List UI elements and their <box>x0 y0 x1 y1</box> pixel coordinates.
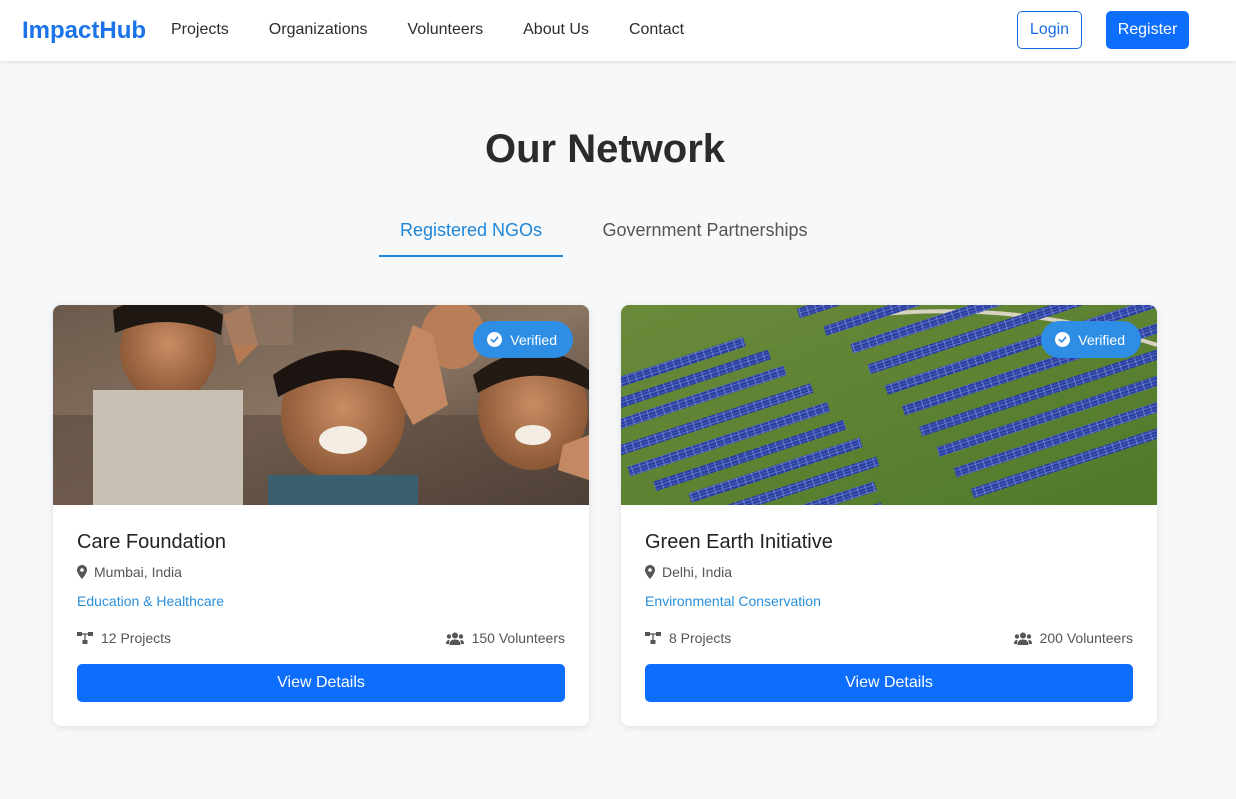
login-button[interactable]: Login <box>1017 11 1082 49</box>
org-card: Verified Care Foundation Mumbai, India E… <box>53 305 589 726</box>
map-pin-icon <box>645 565 655 579</box>
nav-link-projects[interactable]: Projects <box>171 21 229 39</box>
org-location: Mumbai, India <box>77 564 182 580</box>
project-diagram-icon <box>77 632 93 644</box>
org-card: Verified Green Earth Initiative Delhi, I… <box>621 305 1157 726</box>
projects-count: 8 Projects <box>669 630 732 646</box>
volunteers-stat: 200 Volunteers <box>1013 630 1133 646</box>
org-location-text: Mumbai, India <box>94 564 182 580</box>
projects-count: 12 Projects <box>101 630 172 646</box>
view-details-button[interactable]: View Details <box>77 664 565 702</box>
map-pin-icon <box>77 565 87 579</box>
projects-stat: 8 Projects <box>645 630 731 646</box>
org-location-text: Delhi, India <box>662 564 733 580</box>
brand-logo[interactable]: ImpactHub <box>22 17 146 45</box>
org-name: Green Earth Initiative <box>645 531 833 553</box>
card-image-solar-farm: Verified <box>621 305 1157 505</box>
verified-badge-label: Verified <box>510 331 557 348</box>
project-diagram-icon <box>645 632 661 644</box>
top-navbar: ImpactHub Projects Organizations Volunte… <box>0 0 1236 61</box>
card-image-children: Verified <box>53 305 589 505</box>
register-button[interactable]: Register <box>1106 11 1189 49</box>
nav-link-contact[interactable]: Contact <box>629 21 684 39</box>
nav-link-about-us[interactable]: About Us <box>523 21 589 39</box>
tab-registered-ngos[interactable]: Registered NGOs <box>379 220 563 257</box>
org-name: Care Foundation <box>77 531 226 553</box>
verified-badge: Verified <box>1041 321 1141 358</box>
verified-badge: Verified <box>473 321 573 358</box>
nav-links: Projects Organizations Volunteers About … <box>171 21 724 39</box>
org-category: Education & Healthcare <box>77 593 225 609</box>
nav-link-organizations[interactable]: Organizations <box>269 21 368 39</box>
check-circle-icon <box>487 332 503 347</box>
projects-stat: 12 Projects <box>77 630 171 646</box>
org-category: Environmental Conservation <box>645 593 821 609</box>
nav-link-volunteers[interactable]: Volunteers <box>408 21 484 39</box>
check-circle-icon <box>1055 332 1071 347</box>
view-details-button[interactable]: View Details <box>645 664 1133 702</box>
volunteers-count: 150 Volunteers <box>471 630 565 646</box>
org-location: Delhi, India <box>645 564 732 580</box>
verified-badge-label: Verified <box>1078 331 1125 348</box>
page-title: Our Network <box>484 127 726 171</box>
volunteers-count: 200 Volunteers <box>1039 630 1133 646</box>
users-icon <box>1013 632 1032 645</box>
volunteers-stat: 150 Volunteers <box>445 630 565 646</box>
users-icon <box>445 632 464 645</box>
tab-government-partnerships[interactable]: Government Partnerships <box>590 220 820 257</box>
